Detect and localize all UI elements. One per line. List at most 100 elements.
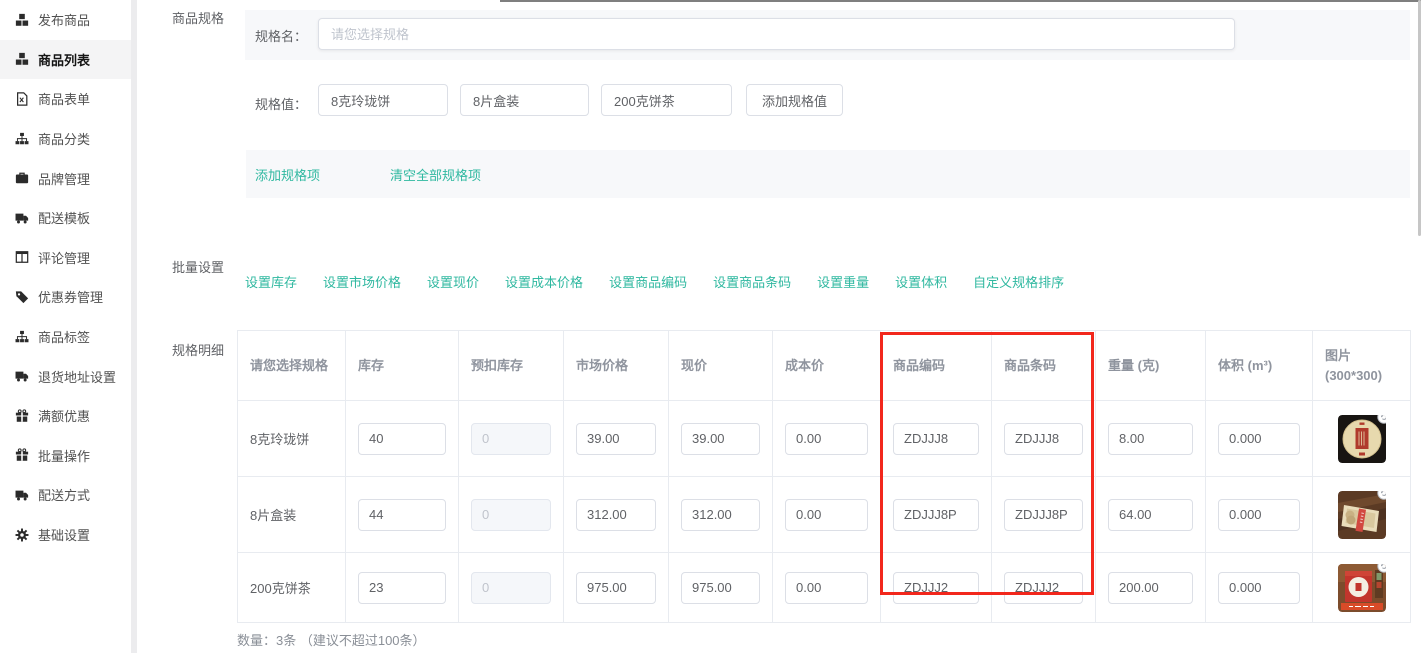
weight-input[interactable] — [1108, 499, 1193, 531]
vertical-scrollbar-thumb[interactable] — [1418, 0, 1421, 236]
sidebar-item-full-amount-discount[interactable]: 满额优惠 — [0, 396, 131, 436]
product-image-wooden-box[interactable] — [1338, 491, 1386, 539]
withhold-input — [471, 499, 551, 531]
top-edge-divider — [500, 0, 1421, 2]
spec-detail-table: 请您选择规格 库存 预扣库存 市场价格 现价 成本价 商品编码 商品条码 重量 … — [237, 330, 1411, 623]
spec-actions-panel: 添加规格项 清空全部规格项 — [246, 150, 1410, 198]
section-label-product-spec: 商品规格 — [172, 8, 224, 27]
cubes-icon — [15, 13, 29, 27]
clear-all-spec-items-link[interactable]: 清空全部规格项 — [390, 165, 481, 184]
sidebar-item-label: 商品表单 — [38, 89, 90, 108]
sidebar-item-product-list[interactable]: 商品列表 — [0, 40, 131, 80]
product-code-input[interactable] — [893, 499, 979, 531]
cost-input[interactable] — [785, 423, 868, 455]
table-row: 8克玲珑饼 — [238, 401, 1411, 477]
sidebar-item-delivery-method[interactable]: 配送方式 — [0, 475, 131, 515]
set-weight-link[interactable]: 设置重量 — [817, 272, 869, 291]
stock-input[interactable] — [358, 499, 446, 531]
truck-icon — [15, 488, 29, 502]
spec-value-input-2[interactable] — [460, 84, 589, 116]
sidebar-item-label: 退货地址设置 — [38, 367, 116, 386]
stock-input[interactable] — [358, 423, 446, 455]
sidebar-item-brand-management[interactable]: 品牌管理 — [0, 158, 131, 198]
sidebar-item-product-category[interactable]: 商品分类 — [0, 119, 131, 159]
truck-icon — [15, 369, 29, 383]
sidebar-item-review-management[interactable]: 评论管理 — [0, 238, 131, 278]
market-price-input[interactable] — [576, 572, 656, 604]
cost-input[interactable] — [785, 499, 868, 531]
volume-input[interactable] — [1218, 499, 1300, 531]
col-header-withhold: 预扣库存 — [459, 331, 564, 401]
batch-links-row: 设置库存 设置市场价格 设置现价 设置成本价格 设置商品编码 设置商品条码 设置… — [245, 272, 1064, 291]
sidebar-item-publish-product[interactable]: 发布商品 — [0, 0, 131, 40]
gear-icon — [15, 528, 29, 542]
barcode-input[interactable] — [1004, 499, 1083, 531]
col-header-image: 图片 (300*300) — [1313, 331, 1411, 401]
set-market-price-link[interactable]: 设置市场价格 — [323, 272, 401, 291]
product-image-tea-cake[interactable] — [1338, 415, 1386, 463]
cubes-icon — [15, 52, 29, 66]
market-price-input[interactable] — [576, 423, 656, 455]
gift-icon — [15, 448, 29, 462]
section-label-batch-settings: 批量设置 — [172, 257, 224, 276]
sidebar-item-label: 配送方式 — [38, 485, 90, 504]
spec-value-input-1[interactable] — [318, 84, 448, 116]
set-cost-price-link[interactable]: 设置成本价格 — [505, 272, 583, 291]
sidebar-item-label: 满额优惠 — [38, 406, 90, 425]
sidebar-item-label: 商品列表 — [38, 50, 90, 69]
sidebar-item-batch-operations[interactable]: 批量操作 — [0, 436, 131, 476]
set-product-code-link[interactable]: 设置商品编码 — [609, 272, 687, 291]
section-label-spec-detail: 规格明细 — [172, 340, 224, 359]
market-price-input[interactable] — [576, 499, 656, 531]
truck-icon — [15, 211, 29, 225]
cost-input[interactable] — [785, 572, 868, 604]
sidebar-item-return-address-settings[interactable]: 退货地址设置 — [0, 356, 131, 396]
barcode-input[interactable] — [1004, 423, 1083, 455]
set-barcode-link[interactable]: 设置商品条码 — [713, 272, 791, 291]
spec-value-label: 规格值： — [255, 94, 307, 113]
sidebar: 发布商品 商品列表 商品表单 商品分类 品牌管理 配送模板 评论管理 优惠券管理… — [0, 0, 131, 653]
volume-input[interactable] — [1218, 423, 1300, 455]
stock-input[interactable] — [358, 572, 446, 604]
spec-value-input-3[interactable] — [601, 84, 732, 116]
col-header-volume: 体积 (m³) — [1206, 331, 1313, 401]
replace-image-icon[interactable] — [1377, 491, 1386, 500]
product-image-red-gift-box[interactable] — [1338, 564, 1386, 612]
table-header-row: 请您选择规格 库存 预扣库存 市场价格 现价 成本价 商品编码 商品条码 重量 … — [238, 331, 1411, 401]
add-spec-value-button[interactable]: 添加规格值 — [746, 84, 843, 116]
add-spec-item-link[interactable]: 添加规格项 — [255, 165, 320, 184]
custom-spec-sort-link[interactable]: 自定义规格排序 — [973, 272, 1064, 291]
replace-image-icon[interactable] — [1377, 564, 1386, 573]
sidebar-item-product-tags[interactable]: 商品标签 — [0, 317, 131, 357]
columns-icon — [15, 250, 29, 264]
product-code-input[interactable] — [893, 572, 979, 604]
price-input[interactable] — [681, 499, 760, 531]
product-code-input[interactable] — [893, 423, 979, 455]
replace-image-icon[interactable] — [1377, 415, 1386, 424]
col-header-price: 现价 — [669, 331, 773, 401]
sidebar-item-delivery-template[interactable]: 配送模板 — [0, 198, 131, 238]
set-volume-link[interactable]: 设置体积 — [895, 272, 947, 291]
sidebar-item-coupon-management[interactable]: 优惠券管理 — [0, 277, 131, 317]
sidebar-item-label: 配送模板 — [38, 208, 90, 227]
set-current-price-link[interactable]: 设置现价 — [427, 272, 479, 291]
price-input[interactable] — [681, 572, 760, 604]
spec-cell: 200克饼茶 — [238, 553, 346, 623]
weight-input[interactable] — [1108, 572, 1193, 604]
col-header-cost: 成本价 — [773, 331, 881, 401]
volume-input[interactable] — [1218, 572, 1300, 604]
sidebar-divider — [131, 0, 137, 653]
barcode-input[interactable] — [1004, 572, 1083, 604]
weight-input[interactable] — [1108, 423, 1193, 455]
sidebar-item-product-form[interactable]: 商品表单 — [0, 79, 131, 119]
spec-name-label: 规格名： — [255, 26, 307, 45]
briefcase-icon — [15, 171, 29, 185]
col-header-weight: 重量 (克) — [1096, 331, 1206, 401]
spec-name-input[interactable] — [318, 18, 1235, 50]
sidebar-item-label: 评论管理 — [38, 248, 90, 267]
set-stock-link[interactable]: 设置库存 — [245, 272, 297, 291]
sidebar-item-basic-settings[interactable]: 基础设置 — [0, 515, 131, 555]
price-input[interactable] — [681, 423, 760, 455]
sidebar-item-label: 基础设置 — [38, 525, 90, 544]
col-header-stock: 库存 — [346, 331, 459, 401]
